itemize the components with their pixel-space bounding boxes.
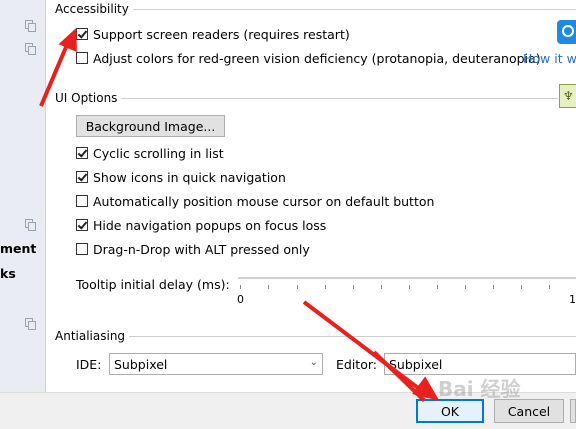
slider-tick: [268, 285, 269, 289]
chevron-down-icon: ⌄: [309, 357, 318, 368]
how-it-works-link[interactable]: How it wo: [523, 51, 576, 66]
color-deficiency-checkbox[interactable]: Adjust colors for red-green vision defic…: [76, 50, 541, 66]
slider-tick: [409, 285, 410, 289]
settings-sidebar: ment ks: [0, 0, 46, 392]
tooltip-delay-slider[interactable]: [238, 277, 576, 279]
slider-tick: [297, 285, 298, 289]
checkbox-icon[interactable]: [76, 243, 88, 255]
slider-max-label: 1: [569, 293, 576, 306]
slider-tick: [240, 285, 241, 289]
cyclic-scrolling-label: Cyclic scrolling in list: [93, 145, 224, 161]
hide-popups-checkbox[interactable]: Hide navigation popups on focus loss: [76, 217, 326, 233]
editor-antialiasing-select[interactable]: Subpixel: [384, 353, 576, 375]
group-divider: [126, 9, 576, 10]
checkbox-icon[interactable]: [76, 147, 88, 159]
slider-tick: [381, 285, 382, 289]
group-divider: [118, 98, 558, 99]
slider-min-label: 0: [237, 293, 244, 306]
slider-tick: [325, 285, 326, 289]
slider-tick: [521, 285, 522, 289]
copy-icon[interactable]: [25, 43, 36, 55]
accessibility-badge-icon: [557, 20, 576, 44]
editor-label: Editor:: [336, 357, 377, 372]
sidebar-item-label[interactable]: ment: [0, 241, 36, 256]
sidebar-item-label[interactable]: ks: [0, 266, 16, 281]
ide-label: IDE:: [76, 357, 102, 372]
checkbox-icon[interactable]: [76, 219, 88, 231]
copy-icon[interactable]: [25, 318, 36, 330]
color-deficiency-label: Adjust colors for red-green vision defic…: [93, 50, 541, 66]
accessibility-group-title: Accessibility: [55, 2, 133, 16]
cyclic-scrolling-checkbox[interactable]: Cyclic scrolling in list: [76, 145, 224, 161]
auto-position-cursor-checkbox[interactable]: Automatically position mouse cursor on d…: [76, 193, 434, 209]
copy-icon[interactable]: [25, 20, 36, 32]
cancel-button[interactable]: Cancel: [494, 399, 564, 423]
checkbox-icon[interactable]: [76, 171, 88, 183]
plugin-icon: ♆: [559, 84, 576, 108]
antialiasing-group-title: Antialiasing: [55, 329, 130, 343]
screen-readers-checkbox[interactable]: Support screen readers (requires restart…: [76, 26, 350, 42]
apply-button[interactable]: [570, 399, 576, 423]
drag-n-drop-label: Drag-n-Drop with ALT pressed only: [93, 241, 310, 257]
slider-tick: [465, 285, 466, 289]
copy-icon[interactable]: [25, 219, 36, 231]
auto-position-cursor-label: Automatically position mouse cursor on d…: [93, 193, 435, 209]
slider-tick: [353, 285, 354, 289]
watermark: Bai 经验: [438, 377, 521, 401]
screen-readers-label: Support screen readers (requires restart…: [93, 26, 350, 42]
hide-popups-label: Hide navigation popups on focus loss: [93, 217, 327, 233]
tooltip-delay-label: Tooltip initial delay (ms):: [76, 277, 230, 292]
ui-options-group-title: UI Options: [55, 91, 122, 105]
background-image-button[interactable]: Background Image...: [76, 115, 225, 137]
show-icons-label: Show icons in quick navigation: [93, 169, 286, 185]
ide-antialiasing-select[interactable]: Subpixel ⌄: [109, 353, 323, 375]
slider-tick: [549, 285, 550, 289]
slider-tick: [493, 285, 494, 289]
show-icons-checkbox[interactable]: Show icons in quick navigation: [76, 169, 286, 185]
checkbox-icon[interactable]: [76, 52, 88, 64]
checkbox-icon[interactable]: [76, 195, 88, 207]
ide-select-value: Subpixel: [114, 356, 168, 372]
drag-n-drop-checkbox[interactable]: Drag-n-Drop with ALT pressed only: [76, 241, 310, 257]
slider-tick: [437, 285, 438, 289]
